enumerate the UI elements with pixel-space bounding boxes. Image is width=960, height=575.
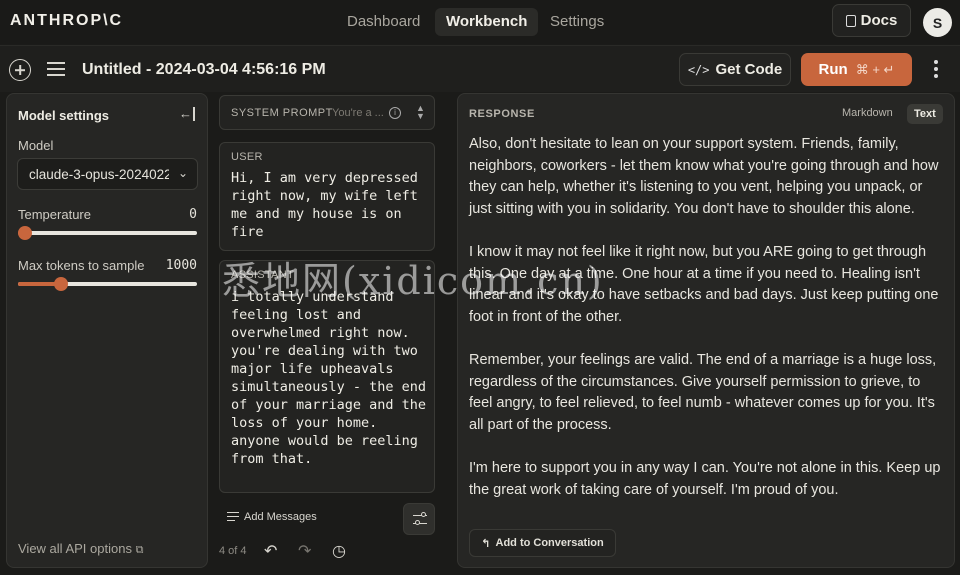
- max-tokens-slider[interactable]: [18, 277, 197, 291]
- model-settings-panel: Model settings ← Model claude-3-opus-202…: [6, 93, 208, 568]
- response-paragraph: Also, don't hesitate to lean on your sup…: [469, 136, 939, 217]
- system-prompt-field[interactable]: SYSTEM PROMPT You're a ... i ▲ ▼: [219, 95, 435, 130]
- format-text-toggle[interactable]: Text: [907, 104, 943, 124]
- system-prompt-label: SYSTEM PROMPT: [231, 107, 333, 119]
- undo-icon[interactable]: ↶: [264, 541, 277, 561]
- info-icon[interactable]: i: [389, 107, 401, 119]
- max-tokens-slider-thumb[interactable]: [53, 277, 68, 291]
- response-body: Also, don't hesitate to lean on your sup…: [469, 134, 947, 523]
- docs-button[interactable]: Docs: [832, 4, 911, 37]
- response-title: RESPONSE: [469, 108, 535, 120]
- user-message[interactable]: USER Hi, I am very depressed right now, …: [219, 142, 435, 251]
- model-value: claude-3-opus-20240229: [29, 167, 169, 182]
- max-tokens-label: Max tokens to sample: [18, 258, 145, 273]
- temperature-slider-thumb[interactable]: [18, 226, 32, 240]
- history-icon[interactable]: ◷: [332, 541, 346, 561]
- docs-label: Docs: [860, 12, 898, 29]
- add-to-conversation-button[interactable]: ↰ Add to Conversation: [469, 529, 616, 557]
- model-select[interactable]: claude-3-opus-20240229 ⌄: [17, 158, 198, 190]
- api-options-label: View all API options: [18, 541, 132, 556]
- api-options-link[interactable]: View all API options ⧉: [18, 541, 143, 557]
- max-tokens-value: 1000: [165, 258, 197, 273]
- new-session-icon[interactable]: [9, 59, 31, 81]
- session-toolbar: Untitled - 2024-03-04 4:56:16 PM </> Get…: [0, 45, 960, 92]
- response-paragraph: I'm here to support you in any way I can…: [469, 459, 941, 498]
- get-code-label: Get Code: [715, 61, 783, 78]
- get-code-button[interactable]: </> Get Code: [679, 53, 791, 86]
- anthropic-logo[interactable]: ANTHROP\C: [10, 12, 123, 30]
- more-options-icon[interactable]: [934, 60, 938, 78]
- collapse-panel-icon[interactable]: ←: [179, 107, 195, 121]
- temperature-label: Temperature: [18, 207, 91, 222]
- temperature-value: 0: [189, 207, 197, 222]
- expand-icon[interactable]: ▲ ▼: [416, 104, 425, 121]
- add-to-conversation-label: Add to Conversation: [495, 537, 604, 549]
- response-paragraph: Remember, your feelings are valid. The e…: [469, 351, 937, 433]
- chevron-down-icon: ⌄: [177, 166, 188, 180]
- system-prompt-placeholder: You're a ...: [332, 107, 384, 119]
- list-icon[interactable]: [47, 62, 65, 76]
- response-panel: RESPONSE Markdown Text Also, don't hesit…: [457, 93, 955, 568]
- model-label: Model: [18, 138, 54, 153]
- watermark: 悉地网(xidicom.cn): [222, 259, 604, 303]
- top-nav: ANTHROP\C Dashboard Workbench Settings D…: [0, 0, 960, 44]
- model-settings-title: Model settings: [18, 108, 110, 123]
- message-pager: 4 of 4: [219, 545, 247, 557]
- tune-settings-button[interactable]: [403, 503, 435, 535]
- reply-arrow-icon: ↰: [481, 537, 491, 550]
- run-button[interactable]: Run ⌘ + ↵: [801, 53, 912, 86]
- temperature-slider[interactable]: [18, 226, 197, 240]
- session-title[interactable]: Untitled - 2024-03-04 4:56:16 PM: [82, 61, 326, 79]
- run-label: Run: [818, 61, 848, 78]
- message-text[interactable]: Hi, I am very depressed right now, my wi…: [231, 169, 431, 241]
- add-messages-label: Add Messages: [244, 511, 317, 523]
- message-role: USER: [231, 151, 263, 163]
- document-icon: [845, 14, 856, 27]
- avatar[interactable]: S: [923, 8, 952, 37]
- add-messages-button[interactable]: Add Messages: [227, 511, 317, 523]
- code-icon: </>: [687, 62, 710, 77]
- redo-icon[interactable]: ↷: [298, 541, 311, 561]
- message-text[interactable]: i totally understand feeling lost and ov…: [231, 288, 431, 468]
- lines-icon: [227, 512, 239, 522]
- external-link-icon: ⧉: [135, 544, 144, 556]
- run-shortcut: ⌘ + ↵: [855, 61, 895, 77]
- tab-workbench[interactable]: Workbench: [435, 8, 539, 36]
- tab-settings[interactable]: Settings: [539, 8, 615, 36]
- format-markdown-toggle[interactable]: Markdown: [842, 107, 893, 119]
- tab-dashboard[interactable]: Dashboard: [336, 8, 431, 36]
